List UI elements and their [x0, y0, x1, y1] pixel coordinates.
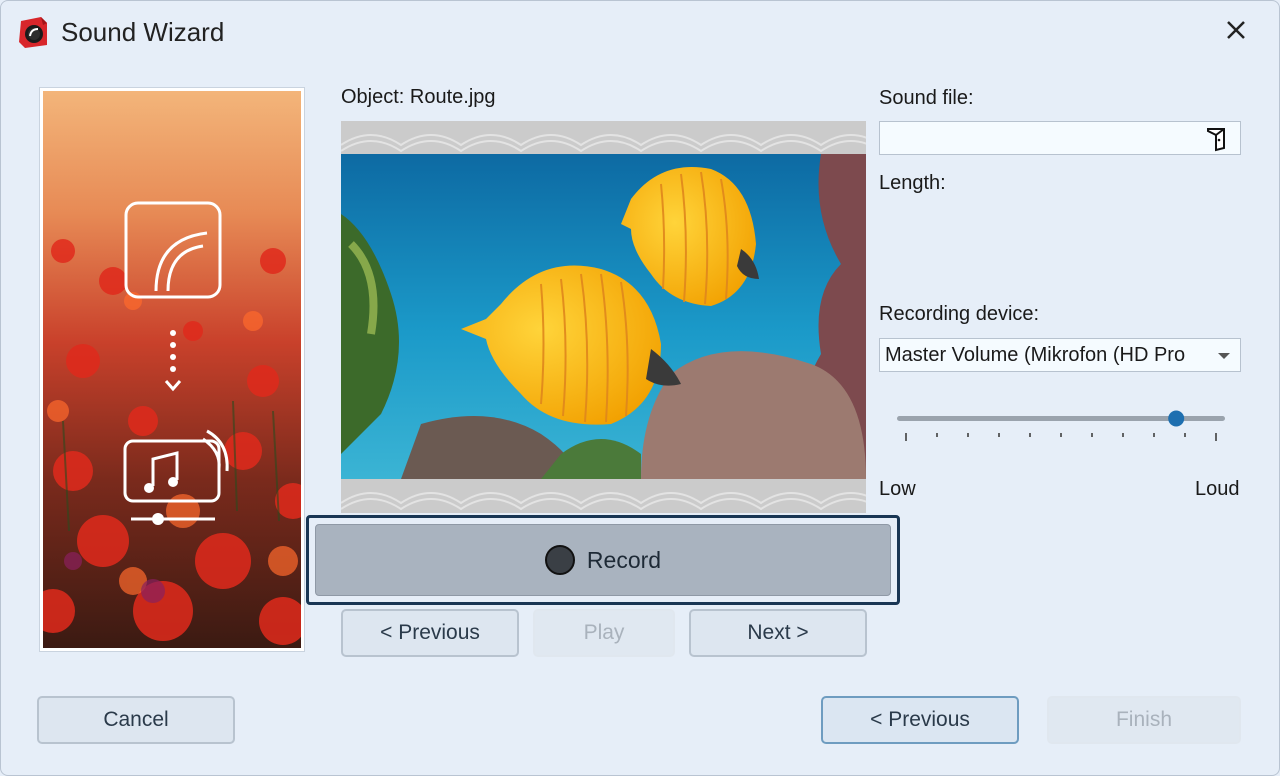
low-label: Low [879, 478, 916, 500]
app-icon [19, 17, 47, 48]
image-preview [341, 121, 866, 513]
volume-slider[interactable] [897, 407, 1227, 447]
sound-file-label: Sound file: [879, 87, 974, 109]
sound-wizard-dialog: Sound Wizard Object: Route.jpg Record < … [0, 0, 1280, 776]
wizard-previous-label: < Previous [870, 708, 970, 731]
finish-label: Finish [1115, 708, 1173, 731]
recording-device-select[interactable]: Master Volume (Mikrofon (HD Pro [879, 338, 1241, 372]
chevron-down-icon [1218, 353, 1230, 359]
previous-image-button[interactable]: < Previous [341, 609, 519, 657]
record-focus-frame: Record [306, 515, 900, 605]
record-button[interactable]: Record [315, 524, 891, 596]
finish-button[interactable]: Finish [1047, 696, 1241, 744]
window-title: Sound Wizard [61, 17, 225, 47]
wizard-previous-button[interactable]: < Previous [821, 696, 1019, 744]
poppy-field-illustration [43, 91, 301, 648]
folder-icon[interactable] [1204, 126, 1230, 152]
cancel-button[interactable]: Cancel [37, 696, 235, 744]
pattern-band-top [341, 121, 866, 154]
sound-file-field[interactable] [879, 121, 1241, 155]
cancel-label: Cancel [103, 708, 169, 731]
next-image-button[interactable]: Next > [689, 609, 867, 657]
recording-device-label: Recording device: [879, 303, 1040, 325]
volume-slider-thumb[interactable] [1168, 410, 1185, 427]
title-bar: Sound Wizard [1, 1, 1279, 63]
recording-device-value: Master Volume (Mikrofon (HD Pro [885, 344, 1186, 366]
close-icon[interactable] [1223, 17, 1249, 43]
pattern-band-bottom [341, 479, 866, 513]
record-dot-icon [544, 545, 575, 575]
record-label: Record [586, 546, 662, 573]
route-photo [341, 154, 866, 479]
wizard-side-image [39, 87, 305, 652]
play-button[interactable]: Play [533, 609, 675, 657]
length-label: Length: [879, 172, 946, 194]
object-label: Object: Route.jpg [341, 86, 496, 108]
loud-label: Loud [1195, 478, 1240, 500]
